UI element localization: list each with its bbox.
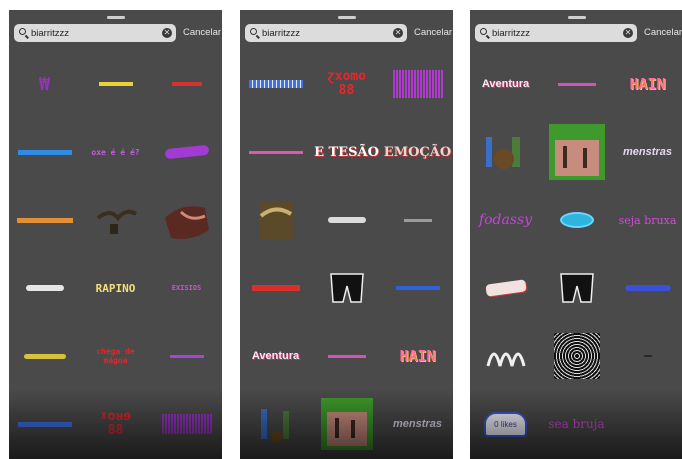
figures-art: [260, 409, 289, 443]
search-input[interactable]: [262, 25, 387, 41]
sticker-blue-text[interactable]: [9, 118, 80, 186]
sticker-figures-art[interactable]: [470, 118, 541, 186]
photo-art: [320, 398, 373, 450]
drag-handle[interactable]: [337, 16, 356, 19]
sticker-blue-text[interactable]: [612, 254, 682, 322]
sticker-aventura[interactable]: Aventura: [470, 50, 541, 118]
sticker-red-scribble[interactable]: [151, 50, 222, 118]
sticker-white-wavy[interactable]: [311, 186, 382, 254]
clear-icon[interactable]: ✕: [623, 28, 633, 38]
sticker-purple-grid[interactable]: [382, 50, 453, 118]
sticker-purple-grid[interactable]: [151, 390, 222, 458]
sticker-blue-text[interactable]: [382, 254, 453, 322]
sticker-fodassy[interactable]: fodassy: [470, 186, 541, 254]
search-input[interactable]: [492, 25, 617, 41]
sticker-pink-small[interactable]: [541, 50, 612, 118]
sticker-blue-pixel[interactable]: [240, 50, 311, 118]
sticker-bird-art[interactable]: [240, 186, 311, 254]
sticker-menstras[interactable]: menstras: [612, 118, 682, 186]
sticker-aventura[interactable]: Aventura: [240, 322, 311, 390]
sticker-yellow-scribble[interactable]: [80, 50, 151, 118]
sticker-e-tesao[interactable]: E TESÃO: [311, 118, 382, 186]
sticker-yellow-squiggle[interactable]: [9, 322, 80, 390]
sticker-purple-wavy[interactable]: [151, 118, 222, 186]
drag-handle[interactable]: [567, 16, 586, 19]
sticker-red-88[interactable]: ᵡoᴚɘ 88: [80, 390, 151, 458]
sticker-picker-panel-1: ✕ Cancelar ₩ oxe é é é? RAPINO EXISIOS: [9, 10, 222, 459]
sticker-figures-art[interactable]: [240, 390, 311, 458]
sticker-emocao[interactable]: EMOÇÃO: [382, 118, 453, 186]
sticker-blue-oval[interactable]: [541, 186, 612, 254]
sticker-wdt[interactable]: [470, 254, 541, 322]
search-bar[interactable]: ✕: [475, 24, 637, 42]
sticker-bird-art[interactable]: [80, 186, 151, 254]
search-bar[interactable]: ✕: [14, 24, 176, 42]
sticker-exisios[interactable]: EXISIOS: [151, 254, 222, 322]
sticker-white-glyph[interactable]: [470, 322, 541, 390]
sticker-blue-pixel[interactable]: [9, 390, 80, 458]
shorts-art: [559, 273, 594, 303]
sticker-0-likes[interactable]: 0 likes: [470, 390, 541, 458]
sticker-picker-panel-2: ✕ Cancelar ɀxomo 88 E TESÃO EMOÇÃO A: [240, 10, 453, 459]
sticker-shorts-art[interactable]: [541, 254, 612, 322]
search-input[interactable]: [31, 25, 156, 41]
drag-handle[interactable]: [106, 16, 125, 19]
photo-art: [548, 124, 605, 180]
sticker-sea-bruja[interactable]: sea bruja: [541, 390, 612, 458]
cancel-button[interactable]: Cancelar: [183, 27, 221, 38]
sticker-hain[interactable]: HAIN: [612, 50, 682, 118]
search-icon: [19, 28, 26, 35]
sticker-white-wavy[interactable]: [9, 254, 80, 322]
search-bar[interactable]: ✕: [245, 24, 407, 42]
sticker-red-88[interactable]: ɀxomo 88: [311, 50, 382, 118]
clear-icon[interactable]: ✕: [393, 28, 403, 38]
cancel-button[interactable]: Cancelar: [644, 27, 682, 38]
sticker-chega-de-magoa[interactable]: chega de mágoa: [80, 322, 151, 390]
shorts-art: [329, 273, 364, 303]
bird-art: [258, 202, 293, 240]
bird-art: [96, 209, 137, 234]
search-icon: [480, 28, 487, 35]
sticker-purple-glyph[interactable]: ₩: [9, 50, 80, 118]
sticker-red-text[interactable]: [240, 254, 311, 322]
sticker-empty: [612, 390, 682, 458]
search-icon: [250, 28, 257, 35]
sticker-oxe[interactable]: oxe é é é?: [80, 118, 151, 186]
sticker-pink-small[interactable]: [311, 322, 382, 390]
sticker-tiny-mark[interactable]: [612, 322, 682, 390]
sticker-pattern-art[interactable]: [541, 322, 612, 390]
sticker-dark-art[interactable]: [151, 186, 222, 254]
sticker-purple-small[interactable]: [151, 322, 222, 390]
sticker-pink-scribble[interactable]: [240, 118, 311, 186]
sticker-picker-panel-3: ✕ Cancelar Aventura HAIN menstras fodass…: [470, 10, 682, 459]
sticker-seja-bruxa[interactable]: seja bruxa: [612, 186, 682, 254]
sticker-rapino[interactable]: RAPINO: [80, 254, 151, 322]
figures-art: [485, 137, 520, 169]
sticker-photo-art[interactable]: [311, 390, 382, 458]
sticker-shorts-art[interactable]: [311, 254, 382, 322]
sticker-menstras[interactable]: menstras: [382, 390, 453, 458]
sticker-photo-art[interactable]: [541, 118, 612, 186]
white-glyph-art: [486, 352, 525, 367]
sticker-gray-text[interactable]: [382, 186, 453, 254]
clear-icon[interactable]: ✕: [162, 28, 172, 38]
cancel-button[interactable]: Cancelar: [414, 27, 452, 38]
sticker-hain[interactable]: HAIN: [382, 322, 453, 390]
dark-art: [164, 206, 209, 239]
sticker-orange-text[interactable]: [9, 186, 80, 254]
